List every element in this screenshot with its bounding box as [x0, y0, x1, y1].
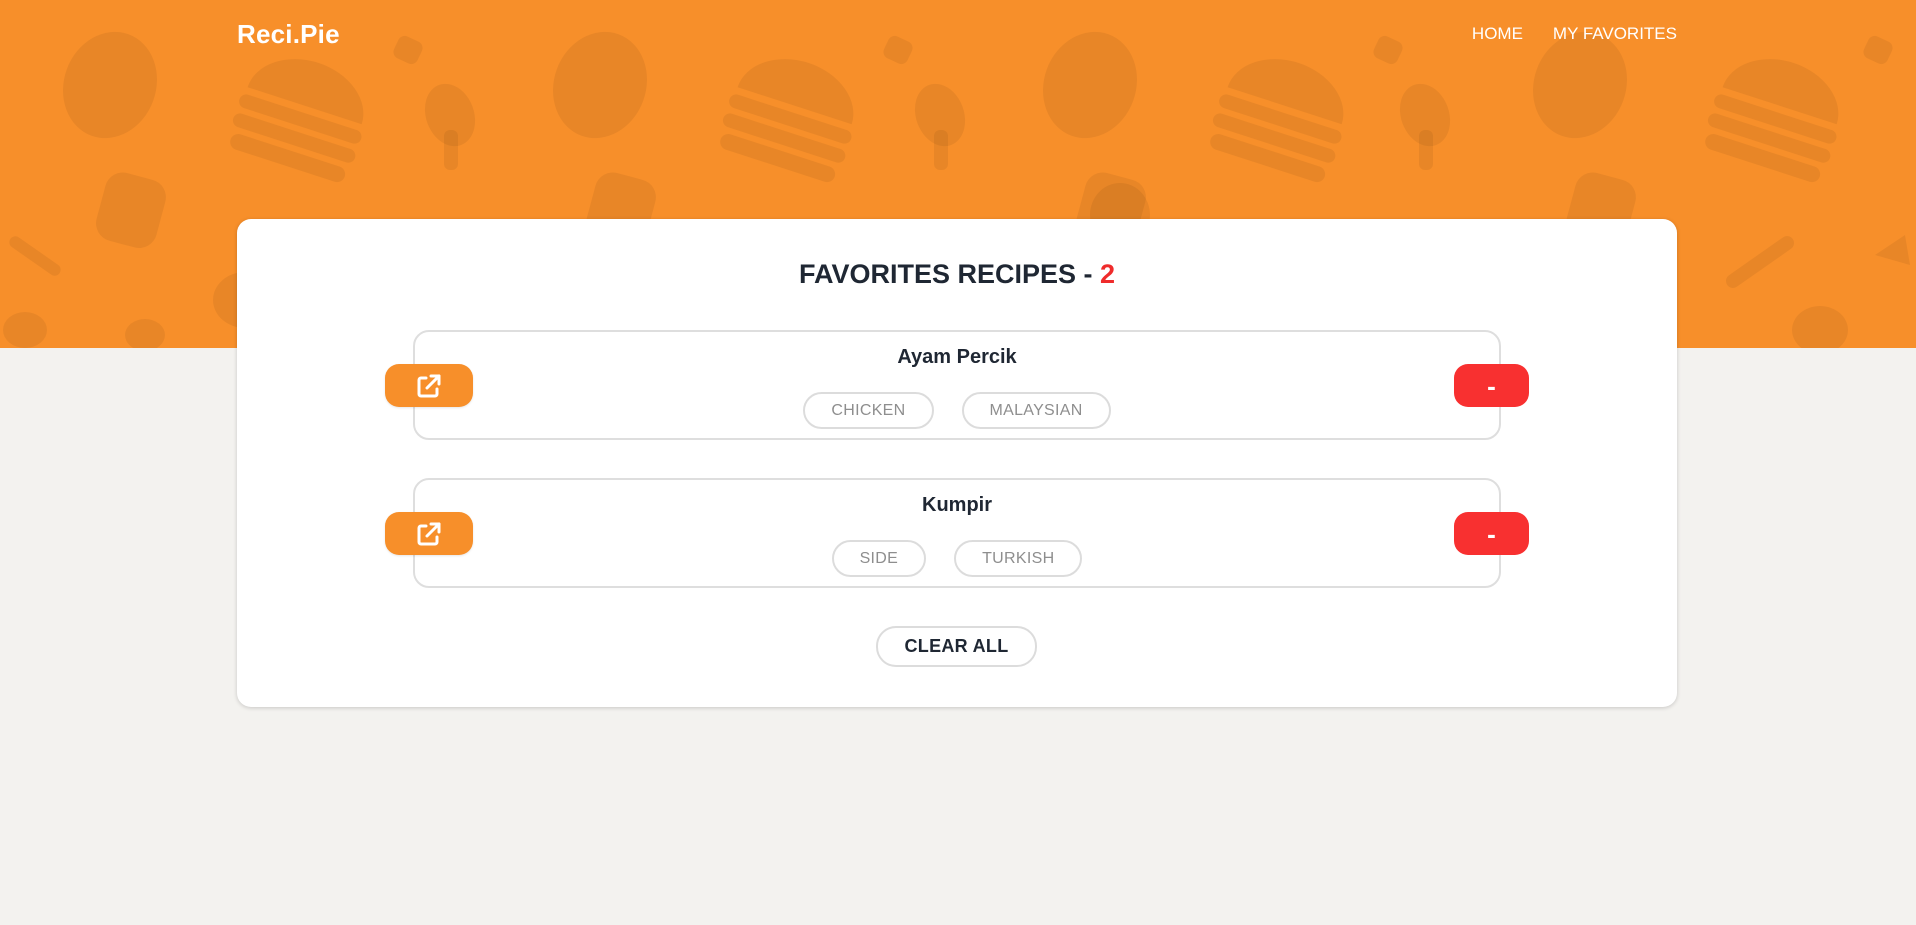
recipe-name: Ayam Percik: [897, 346, 1017, 368]
nav-home-link[interactable]: HOME: [1472, 24, 1523, 44]
page-title: FAVORITES RECIPES - 2: [237, 259, 1677, 290]
recipe-tags: SIDE TURKISH: [415, 540, 1499, 577]
tag-category: CHICKEN: [803, 392, 934, 429]
recipe-name: Kumpir: [922, 494, 992, 516]
recipe-item: Kumpir SIDE TURKISH -: [385, 478, 1529, 588]
recipe-item: Ayam Percik CHICKEN MALAYSIAN -: [385, 330, 1529, 440]
navbar: Reci.Pie HOME MY FAVORITES: [237, 0, 1677, 68]
favorites-count: 2: [1100, 259, 1116, 289]
brand-logo[interactable]: Reci.Pie: [237, 19, 340, 50]
favorites-card: FAVORITES RECIPES - 2 Ayam Percik CHICKE…: [237, 219, 1677, 707]
tag-cuisine: TURKISH: [954, 540, 1083, 577]
remove-favorite-button[interactable]: -: [1454, 364, 1529, 407]
nav-links: HOME MY FAVORITES: [1472, 24, 1677, 44]
clear-all-button[interactable]: CLEAR ALL: [876, 626, 1037, 667]
tag-category: SIDE: [831, 540, 927, 577]
tag-cuisine: MALAYSIAN: [961, 392, 1111, 429]
nav-my-favorites-link[interactable]: MY FAVORITES: [1553, 24, 1677, 44]
recipe-tags: CHICKEN MALAYSIAN: [415, 392, 1499, 429]
title-text: FAVORITES RECIPES -: [798, 259, 1101, 289]
remove-favorite-button[interactable]: -: [1454, 512, 1529, 555]
